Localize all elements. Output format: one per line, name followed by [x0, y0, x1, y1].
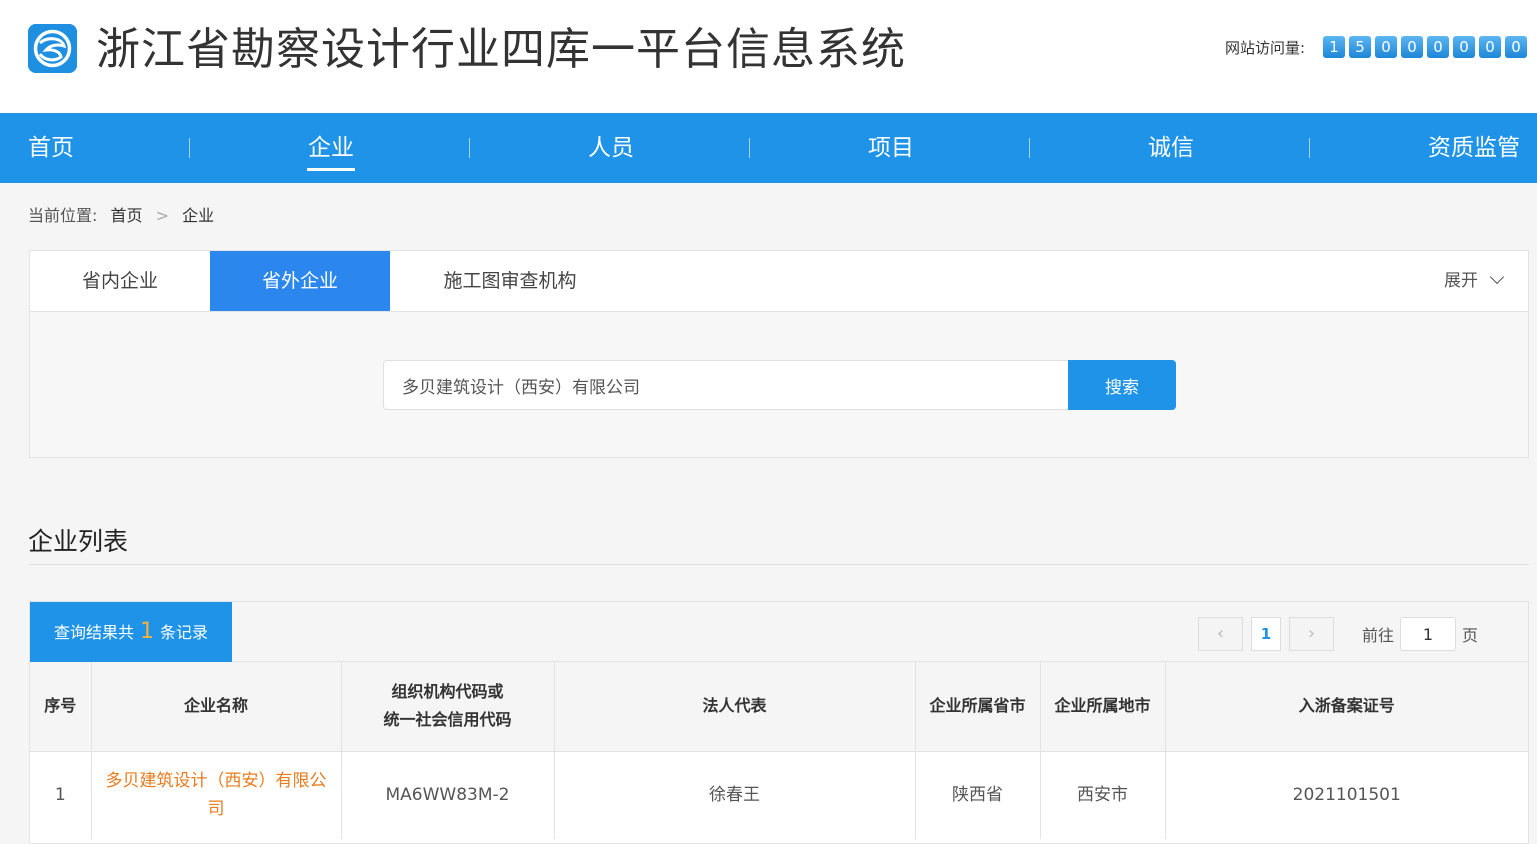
visit-counter: 网站访问量: 1 5 0 0 0 0 0 0 — [1225, 36, 1527, 58]
cell-province: 陕西省 — [915, 751, 1041, 839]
nav-item-personnel[interactable]: 人员 — [587, 113, 635, 183]
goto-page-input[interactable] — [1399, 617, 1456, 651]
cell-code: MA6WW83M-2 — [341, 751, 555, 839]
col-header-index: 序号 — [30, 662, 92, 752]
nav-item-home[interactable]: 首页 — [28, 113, 74, 183]
visit-digit: 0 — [1401, 36, 1423, 58]
expand-label: 展开 — [1444, 271, 1478, 291]
result-count: 1 — [140, 619, 154, 644]
section-title: 企业列表 — [28, 527, 129, 556]
nav-item-credit[interactable]: 诚信 — [1147, 113, 1195, 183]
breadcrumb-current: 企业 — [182, 206, 215, 225]
breadcrumb-prefix: 当前位置: — [28, 206, 98, 225]
tab-in-province[interactable]: 省内企业 — [30, 251, 210, 311]
pagination: ‹ 1 › 前往 页 — [1197, 617, 1478, 651]
cell-index: 1 — [30, 751, 92, 839]
nav-item-qualification[interactable]: 资质监管 — [1427, 113, 1521, 183]
col-header-province: 企业所属省市 — [915, 662, 1041, 752]
visit-counter-label: 网站访问量: — [1224, 38, 1305, 57]
goto-unit: 页 — [1461, 626, 1478, 645]
result-toolbar: 查询结果共 1 条记录 ‹ 1 › 前往 页 — [30, 602, 1528, 662]
visit-digit: 5 — [1349, 36, 1371, 58]
visit-digit: 1 — [1323, 36, 1345, 58]
breadcrumb-home[interactable]: 首页 — [111, 206, 143, 225]
site-header: 浙江省勘察设计行业四库一平台信息系统 网站访问量: 1 5 0 0 0 0 0 … — [0, 0, 1537, 113]
search-input[interactable] — [383, 360, 1069, 410]
col-header-code-line2: 统一社会信用代码 — [383, 710, 512, 730]
table-row: 1 多贝建筑设计（西安）有限公司 MA6WW83M-2 徐春王 陕西省 西安市 … — [30, 751, 1528, 839]
breadcrumb: 当前位置: 首页 > 企业 — [28, 202, 214, 226]
col-header-code: 组织机构代码或 统一社会信用代码 — [341, 662, 555, 752]
nav-divider — [189, 138, 190, 158]
result-box: 查询结果共1条记录 ‹ 1 › 前往 页 序号 企业名称 组织机构代码 — [29, 601, 1529, 844]
nav-item-enterprise[interactable]: 企业 — [307, 113, 355, 183]
visit-digit: 0 — [1453, 36, 1475, 58]
next-page-button[interactable]: › — [1288, 617, 1334, 651]
search-button[interactable]: 搜索 — [1068, 360, 1176, 410]
cell-record-no: 2021101501 — [1165, 751, 1528, 839]
nav-divider — [1309, 138, 1310, 158]
expand-toggle[interactable]: 展开 — [1444, 251, 1505, 311]
enterprise-tabs: 省内企业 省外企业 施工图审查机构 展开 — [30, 251, 1528, 312]
result-count-suffix: 条记录 — [160, 623, 209, 642]
tab-drawing-review[interactable]: 施工图审查机构 — [410, 251, 610, 311]
result-count-badge: 查询结果共 1 条记录 — [30, 602, 232, 662]
col-header-record-no: 入浙备案证号 — [1165, 662, 1528, 752]
cell-company-name-link[interactable]: 多贝建筑设计（西安）有限公司 — [91, 751, 342, 839]
globe-swirl-icon[interactable] — [28, 24, 77, 73]
col-header-code-line1: 组织机构代码或 — [391, 682, 504, 702]
col-header-legal-rep: 法人代表 — [554, 662, 916, 752]
search-panel: 省内企业 省外企业 施工图审查机构 展开 搜索 — [29, 250, 1529, 458]
nav-divider — [749, 138, 750, 158]
main-nav: 首页 企业 人员 项目 诚信 资质监管 — [0, 113, 1537, 183]
visit-digit: 0 — [1427, 36, 1449, 58]
chevron-down-icon — [1489, 269, 1505, 285]
nav-divider — [469, 138, 470, 158]
cell-city: 西安市 — [1040, 751, 1166, 839]
col-header-city: 企业所属地市 — [1040, 662, 1166, 752]
enterprise-table: 序号 企业名称 组织机构代码或 统一社会信用代码 法人代表 企业所属省市 企业所… — [30, 662, 1528, 839]
section-divider — [29, 564, 1529, 565]
visit-digit: 0 — [1479, 36, 1501, 58]
nav-divider — [1029, 138, 1030, 158]
col-header-name: 企业名称 — [91, 662, 342, 752]
cell-legal-rep: 徐春王 — [554, 751, 916, 839]
visit-digit: 0 — [1505, 36, 1527, 58]
nav-item-project[interactable]: 项目 — [867, 113, 915, 183]
result-count-prefix: 查询结果共 — [53, 623, 134, 642]
tab-out-province[interactable]: 省外企业 — [210, 251, 390, 311]
prev-page-button[interactable]: ‹ — [1197, 617, 1243, 651]
breadcrumb-separator: > — [155, 206, 170, 225]
page-number[interactable]: 1 — [1250, 617, 1281, 651]
table-header-row: 序号 企业名称 组织机构代码或 统一社会信用代码 法人代表 企业所属省市 企业所… — [30, 662, 1528, 752]
site-title: 浙江省勘察设计行业四库一平台信息系统 — [96, 24, 906, 75]
goto-label: 前往 — [1361, 626, 1394, 645]
visit-digit: 0 — [1375, 36, 1397, 58]
